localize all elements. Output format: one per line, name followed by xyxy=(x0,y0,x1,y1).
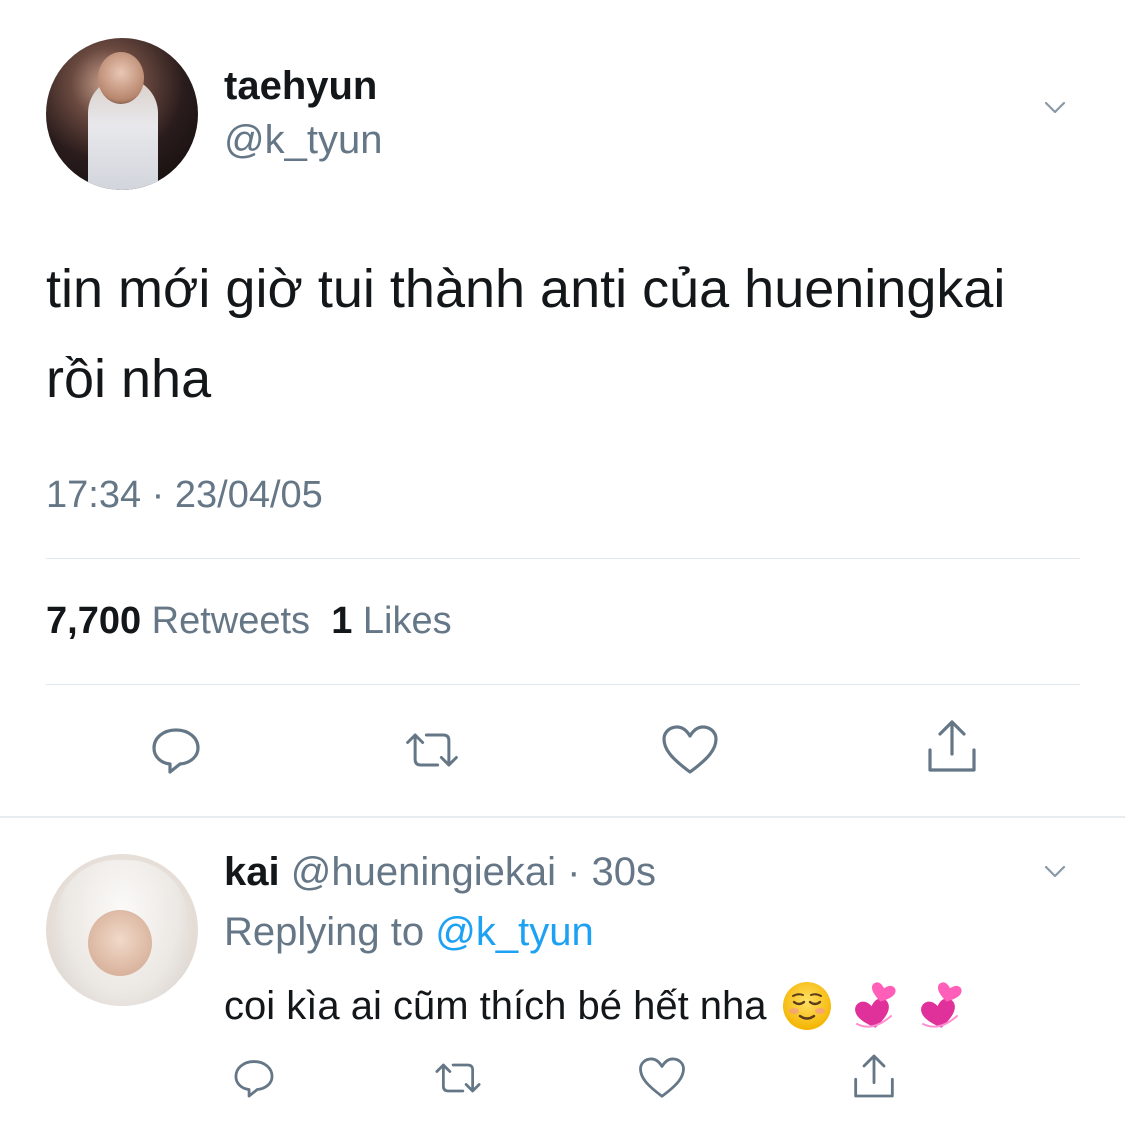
tweet-text: tin mới giờ tui thành anti của hueningka… xyxy=(46,259,1006,409)
reply-button[interactable] xyxy=(228,1052,280,1104)
replying-handle[interactable]: @k_tyun xyxy=(435,910,593,954)
reply-author-name[interactable]: kai xyxy=(224,850,280,894)
share-icon xyxy=(928,720,976,772)
replying-label: Replying to xyxy=(224,910,425,954)
reply-author-avatar[interactable] xyxy=(46,854,198,1006)
author-handle[interactable]: @k_tyun xyxy=(224,118,382,163)
replying-to: Replying to @k_tyun xyxy=(224,910,594,955)
tweet-stats: 7,700 Retweets 1 Likes xyxy=(46,600,452,643)
reply-author-handle[interactable]: @hueningiekai xyxy=(291,850,556,894)
divider xyxy=(46,558,1080,559)
relieved-face-emoji xyxy=(782,982,831,1030)
reply-header: kai @hueningiekai · 30s xyxy=(224,850,656,895)
avatar-face xyxy=(88,910,152,976)
reply-icon xyxy=(234,1060,274,1098)
tweet-timestamp[interactable]: 17:34 · 23/04/05 xyxy=(46,474,323,517)
author-avatar[interactable] xyxy=(46,38,198,190)
like-icon xyxy=(639,1057,685,1098)
section-separator xyxy=(0,816,1125,818)
share-icon xyxy=(854,1054,894,1098)
like-button[interactable] xyxy=(636,1052,688,1104)
reply-icon xyxy=(152,728,200,774)
retweet-icon xyxy=(435,1063,481,1093)
chevron-down-icon[interactable] xyxy=(1044,860,1066,882)
share-button[interactable] xyxy=(922,716,982,776)
retweets-count[interactable]: 7,700 xyxy=(46,600,141,642)
reply-button[interactable] xyxy=(146,720,206,780)
chevron-down-icon[interactable] xyxy=(1044,96,1066,118)
retweets-label[interactable]: Retweets xyxy=(152,600,310,642)
reply-age: · 30s xyxy=(567,850,657,894)
author-name[interactable]: taehyun xyxy=(224,64,377,109)
likes-count[interactable]: 1 xyxy=(331,600,352,642)
like-button[interactable] xyxy=(660,720,720,780)
reply-text-row: coi kìa ai cũm thích bé hết nha xyxy=(224,980,965,1032)
retweet-icon xyxy=(406,733,458,767)
retweet-button[interactable] xyxy=(432,1052,484,1104)
revolving-hearts-emoji xyxy=(920,982,962,1028)
like-icon xyxy=(662,725,718,774)
reply-text: coi kìa ai cũm thích bé hết nha xyxy=(224,983,767,1028)
share-button[interactable] xyxy=(848,1050,900,1102)
retweet-button[interactable] xyxy=(402,720,462,780)
likes-label[interactable]: Likes xyxy=(363,600,452,642)
avatar-head xyxy=(98,52,144,104)
divider xyxy=(46,684,1080,685)
revolving-hearts-emoji xyxy=(854,982,896,1028)
